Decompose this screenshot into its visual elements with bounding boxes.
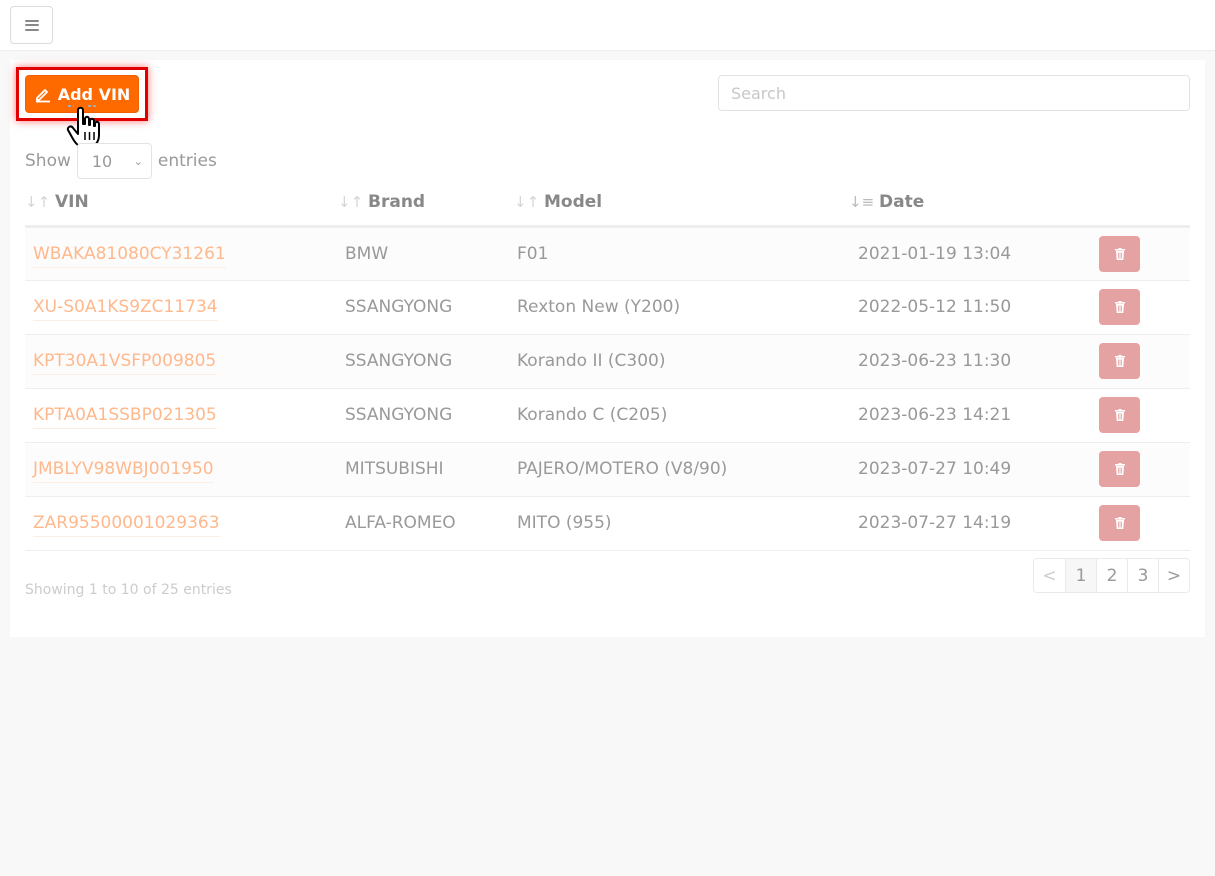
model-cell: MITO (955) <box>517 513 612 533</box>
actions-cell <box>1099 388 1190 442</box>
delete-button[interactable] <box>1099 505 1140 541</box>
delete-button[interactable] <box>1099 289 1140 325</box>
brand-cell: SSANGYONG <box>345 351 453 371</box>
delete-button[interactable] <box>1099 451 1140 487</box>
column-header-model[interactable]: ↓↑ Model <box>514 180 849 228</box>
table-row: ZAR95500001029363 ALFA-ROMEO MITO (955) 202… <box>25 496 1190 550</box>
chevron-down-icon: ⌄ <box>133 154 143 168</box>
page-length-control: Show 10 ⌄ entries <box>25 143 217 179</box>
table-row: KPTA0A1SSBP021305 SSANGYONG Korando C (C20… <box>25 388 1190 442</box>
column-label: VIN <box>55 192 89 213</box>
add-vin-label: Add VIN <box>57 84 131 104</box>
delete-button[interactable] <box>1099 343 1140 379</box>
delete-button[interactable] <box>1099 235 1140 272</box>
column-header-brand[interactable]: ↓↑ Brand <box>338 180 514 228</box>
brand-cell: MITSUBISHI <box>345 459 444 479</box>
actions-cell <box>1099 334 1190 388</box>
show-label: Show <box>25 151 71 171</box>
vin-link[interactable]: WBAKA81080CY31261 <box>33 243 226 268</box>
vin-link[interactable]: KPTA0A1SSBP021305 <box>33 405 217 429</box>
table-row: JMBLYV98WBJ001950 MITSUBISHI PAJERO/MOTERO… <box>25 442 1190 496</box>
vin-cell: KPTA0A1SSBP021305 <box>25 388 338 442</box>
vin-cell: WBAKA81080CY31261 <box>25 226 338 280</box>
search-input[interactable] <box>718 75 1190 111</box>
actions-cell <box>1099 496 1190 550</box>
pagination: < 1 2 3 > <box>1033 558 1190 593</box>
vin-table: ↓↑ VIN ↓↑ Brand ↓↑ Model ↓≡ Date WBAKA81080C… <box>25 180 1190 551</box>
trash-icon <box>1114 355 1125 367</box>
vin-link[interactable]: ZAR95500001029363 <box>33 513 220 537</box>
hamburger-icon <box>24 19 39 31</box>
sort-icon: ↓↑ <box>514 193 540 212</box>
vin-cell: KPT30A1VSFP009805 <box>25 334 338 388</box>
delete-button[interactable] <box>1099 397 1140 433</box>
column-label: Model <box>544 192 603 213</box>
actions-cell <box>1099 442 1190 496</box>
table-row: KPT30A1VSFP009805 SSANGYONG Korando II (C3… <box>25 334 1190 388</box>
column-header-actions <box>1099 180 1190 228</box>
sort-icon: ↓↑ <box>25 193 51 212</box>
actions-cell <box>1099 226 1190 280</box>
vin-link[interactable]: JMBLYV98WBJ001950 <box>33 459 214 483</box>
pencil-icon <box>35 89 50 103</box>
top-bar <box>0 0 1215 51</box>
table-row: XU-S0A1KS9ZC11734 SSANGYONG Rexton New (Y2… <box>25 280 1190 334</box>
pagination-page-1[interactable]: 1 <box>1065 559 1096 592</box>
date-cell: 2022-05-12 11:50 <box>858 297 1012 317</box>
sort-icon: ↓↑ <box>338 193 364 212</box>
trash-icon <box>1114 409 1125 421</box>
pagination-page-3[interactable]: 3 <box>1127 559 1158 592</box>
column-header-vin[interactable]: ↓↑ VIN <box>25 180 338 228</box>
table-row: WBAKA81080CY31261 BMW F01 2021-01-19 13:04 <box>25 226 1190 280</box>
pagination-page-2[interactable]: 2 <box>1096 559 1127 592</box>
model-cell: Korando C (C205) <box>517 405 668 425</box>
trash-icon <box>1114 517 1125 529</box>
vin-cell: XU-S0A1KS9ZC11734 <box>25 280 338 334</box>
page-length-select[interactable]: 10 ⌄ <box>76 143 152 179</box>
model-cell: PAJERO/MOTERO (V8/90) <box>517 459 728 479</box>
menu-toggle-button[interactable] <box>10 6 53 44</box>
column-label: Brand <box>368 192 426 213</box>
table-header-row: ↓↑ VIN ↓↑ Brand ↓↑ Model ↓≡ Date <box>25 180 1190 228</box>
pagination-prev[interactable]: < <box>1034 559 1065 592</box>
date-cell: 2021-01-19 13:04 <box>858 243 1012 264</box>
sort-descending-icon: ↓≡ <box>849 193 875 212</box>
model-cell: F01 <box>517 243 549 264</box>
entries-label: entries <box>157 151 217 171</box>
brand-cell: BMW <box>345 243 389 264</box>
model-cell: Rexton New (Y200) <box>517 297 681 317</box>
vin-link[interactable]: KPT30A1VSFP009805 <box>33 351 217 375</box>
column-label: Date <box>879 192 925 213</box>
brand-cell: SSANGYONG <box>345 297 453 317</box>
model-cell: Korando II (C300) <box>517 351 666 371</box>
date-cell: 2023-07-27 14:19 <box>858 513 1012 533</box>
pagination-next[interactable]: > <box>1158 559 1189 592</box>
actions-cell <box>1099 280 1190 334</box>
vin-cell: JMBLYV98WBJ001950 <box>25 442 338 496</box>
page-length-value: 10 <box>91 151 113 171</box>
vin-cell: ZAR95500001029363 <box>25 496 338 550</box>
date-cell: 2023-06-23 14:21 <box>858 405 1012 425</box>
date-cell: 2023-07-27 10:49 <box>858 459 1012 479</box>
brand-cell: SSANGYONG <box>345 405 453 425</box>
table-info: Showing 1 to 10 of 25 entries <box>25 582 232 598</box>
date-cell: 2023-06-23 11:30 <box>858 351 1012 371</box>
vin-link[interactable]: XU-S0A1KS9ZC11734 <box>33 297 218 321</box>
trash-icon <box>1114 463 1125 475</box>
trash-icon <box>1114 301 1125 313</box>
trash-icon <box>1114 247 1125 260</box>
brand-cell: ALFA-ROMEO <box>345 513 456 533</box>
column-header-date[interactable]: ↓≡ Date <box>849 180 1099 228</box>
